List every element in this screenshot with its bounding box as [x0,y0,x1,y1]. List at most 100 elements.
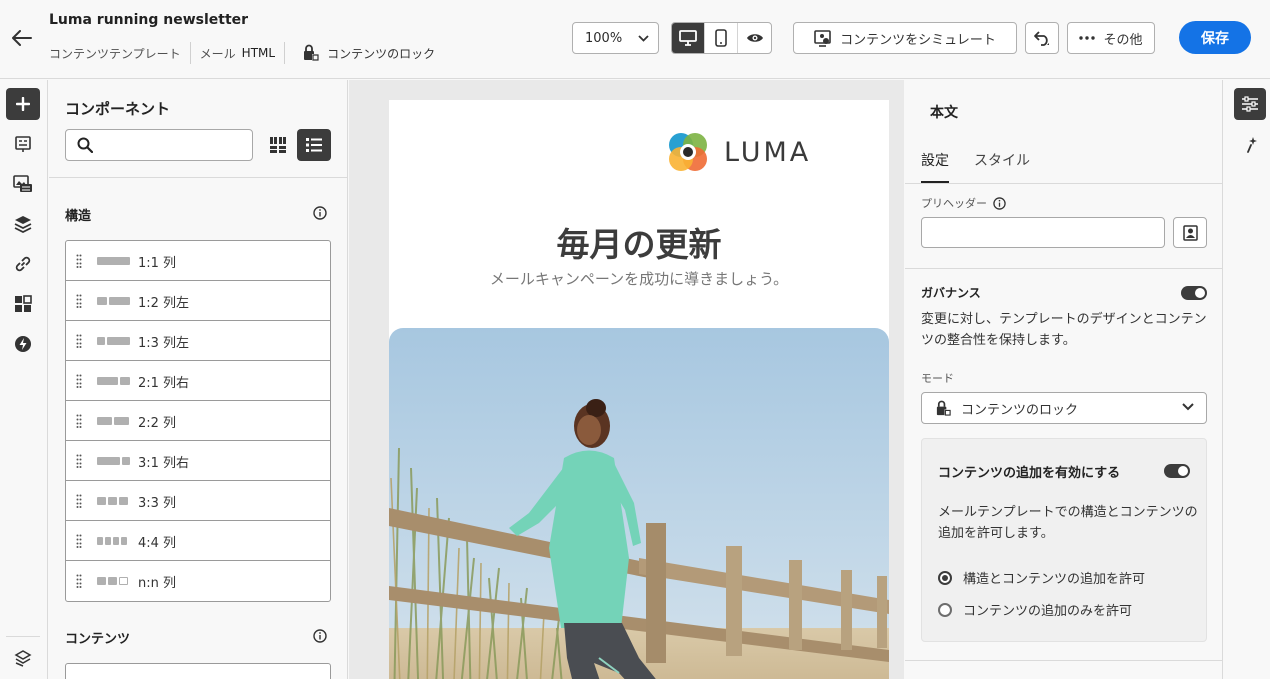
zoom-value: 100% [585,30,623,46]
drag-handle-icon[interactable] [76,534,82,548]
column-preview [97,257,130,265]
tab-settings[interactable]: 設定 [921,150,949,170]
email-body[interactable]: LUMA 毎月の更新 メールキャンペーンを成功に導きましょう。 [389,100,889,679]
eye-icon [746,34,763,42]
drag-handle-icon[interactable] [76,374,82,388]
radio-label: コンテンツの追加のみを許可 [963,604,1133,619]
list-view-button[interactable] [297,129,331,161]
more-button[interactable]: その他 [1067,22,1155,54]
governance-description: 変更に対し、テンプレートのデザインとコンテンツの整合性を保持します。 [921,312,1207,348]
governance-toggle[interactable] [1181,286,1207,300]
drag-handle-icon[interactable] [76,494,82,508]
mobile-view-button[interactable] [705,23,738,53]
radio-allow-structure-and-content[interactable]: 構造とコンテンツの追加を許可 [938,568,1145,587]
column-preview [97,577,128,585]
components-panel: コンポーネント 構造 1:1 列 1:2 列左 1:3 列左 2:1 列右 2:… [49,80,348,679]
content-list [65,663,331,679]
personalization-icon [1182,224,1198,241]
enable-content-addition-toggle[interactable] [1164,464,1190,478]
preheader-input[interactable] [921,217,1165,248]
structure-label: n:n 列 [138,576,176,591]
assets-button[interactable] [6,168,40,200]
grid-view-button[interactable] [263,129,293,161]
tab-style[interactable]: スタイル [974,150,1030,170]
apps-button[interactable] [6,288,40,320]
preheader-label-row: プリヘッダー [921,195,1006,211]
navigation-tree-button[interactable] [6,642,40,674]
structure-item-4-4[interactable]: 4:4 列 [66,521,330,561]
info-icon[interactable] [313,629,327,643]
fragment-icon [15,136,31,152]
left-rail [0,80,48,679]
radio-allow-content-only[interactable]: コンテンツの追加のみを許可 [938,600,1132,619]
drag-handle-icon[interactable] [76,414,82,428]
radio-button-checked[interactable] [938,570,952,585]
links-button[interactable] [6,248,40,280]
actions-button[interactable] [6,328,40,360]
lightning-icon [15,336,31,352]
image-assets-icon [13,175,32,192]
column-preview [97,537,127,545]
add-components-button[interactable] [6,88,40,120]
structure-label: 1:1 列 [138,256,177,271]
structure-item-3-1-right[interactable]: 3:1 列右 [66,441,330,481]
hero-runner-photo [389,328,889,679]
desktop-view-button[interactable] [672,23,705,53]
ai-assistant-button[interactable] [1234,128,1266,160]
tree-icon [14,650,32,667]
back-button[interactable] [8,24,36,52]
structure-label: 1:3 列左 [138,336,190,351]
info-icon[interactable] [313,206,327,220]
document-title: Luma running newsletter [49,12,249,28]
breadcrumb: コンテンツテンプレート メール HTML コンテンツのロック [49,42,435,64]
drag-handle-icon[interactable] [76,334,82,348]
breadcrumb-email: メール [199,46,236,61]
zoom-select[interactable]: 100% [572,22,659,54]
structure-item-2-1-right[interactable]: 2:1 列右 [66,361,330,401]
structure-item-1-1[interactable]: 1:1 列 [66,241,330,281]
radio-label: 構造とコンテンツの追加を許可 [963,572,1146,587]
mode-select[interactable]: コンテンツのロック [921,392,1207,424]
properties-panel-button[interactable] [1234,88,1266,120]
component-search[interactable] [65,129,253,161]
structure-item-2-2[interactable]: 2:2 列 [66,401,330,441]
radio-button[interactable] [938,602,952,617]
email-subheadline: メールキャンペーンを成功に導きましょう。 [489,270,789,288]
chevron-down-icon [638,34,649,42]
luma-logo-mark [669,133,707,171]
structure-heading: 構造 [65,209,92,224]
content-lock-status: コンテンツのロック [302,44,435,62]
structure-item-n-n[interactable]: n:n 列 [66,561,330,601]
list-icon [306,138,322,152]
components-title: コンポーネント [65,100,171,118]
device-preview-toggle [671,22,772,54]
plus-icon [16,97,30,111]
structure-item-3-3[interactable]: 3:3 列 [66,481,330,521]
personalization-button[interactable] [1173,217,1207,248]
search-input[interactable] [99,137,239,153]
preheader-label: プリヘッダー [921,197,987,210]
structure-label: 3:1 列右 [138,456,190,471]
undo-button[interactable] [1025,22,1059,54]
drag-handle-icon[interactable] [76,574,82,588]
ellipsis-icon [1079,36,1096,40]
preview-button[interactable] [738,23,771,53]
simulate-icon [814,29,831,47]
desktop-icon [679,30,697,46]
drag-handle-icon[interactable] [76,254,82,268]
info-icon[interactable] [993,196,1006,210]
structure-item-1-3-left[interactable]: 1:3 列左 [66,321,330,361]
sparkle-icon [1247,137,1257,153]
drag-handle-icon[interactable] [76,294,82,308]
layers-button[interactable] [6,208,40,240]
luma-logo: LUMA [666,130,811,174]
fragments-button[interactable] [6,128,40,160]
save-button[interactable]: 保存 [1179,21,1251,54]
properties-title: 本文 [930,105,958,121]
drag-handle-icon[interactable] [76,454,82,468]
simulate-label: コンテンツをシミュレート [840,32,996,48]
simulate-content-button[interactable]: コンテンツをシミュレート [793,22,1017,54]
structure-item-1-2-left[interactable]: 1:2 列左 [66,281,330,321]
more-label: その他 [1103,32,1143,48]
arrow-left-icon [12,30,32,46]
